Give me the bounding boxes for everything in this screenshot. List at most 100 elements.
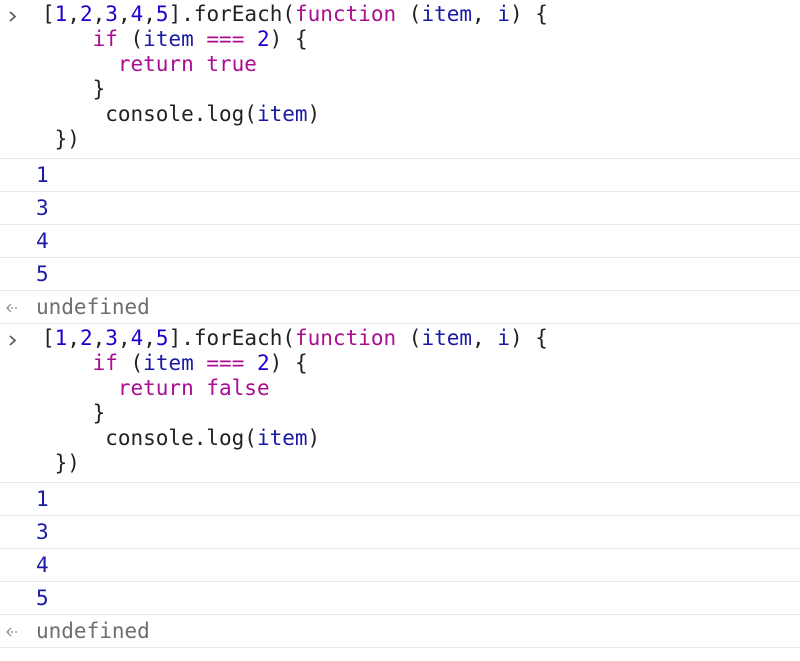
console-log-entry: 1 [0, 159, 800, 192]
code-token: , [92, 326, 106, 350]
code-token: , [472, 326, 498, 350]
code-token: 4 [130, 2, 144, 26]
code-token: i [497, 326, 510, 350]
code-token: 5 [155, 2, 169, 26]
code-line: console.log(item) [42, 102, 800, 127]
code-token: ) { [509, 2, 548, 26]
code-token: 3 [105, 326, 118, 350]
code-token: ].forEach( [168, 326, 295, 350]
code-token: , [117, 326, 131, 350]
code-token: , [67, 326, 80, 350]
code-token: , [143, 326, 156, 350]
code-block: [1,2,3,4,5].forEach(function (item, i) {… [0, 2, 800, 152]
code-token: item [256, 426, 308, 450]
code-token: function [295, 326, 397, 350]
log-value: 5 [36, 586, 49, 610]
code-line: [1,2,3,4,5].forEach(function (item, i) { [42, 2, 800, 27]
code-token: if [92, 351, 118, 375]
console-log-entry: 3 [0, 192, 800, 225]
code-token: === [206, 27, 245, 51]
code-token: 4 [130, 326, 144, 350]
code-token: ) { [269, 27, 308, 51]
log-value: 3 [36, 520, 49, 544]
console-log-entry: 4 [0, 549, 800, 582]
code-token: } [42, 77, 106, 101]
console-log-entry: 4 [0, 225, 800, 258]
console-log-entry: 5 [0, 258, 800, 291]
code-token: }) [42, 127, 80, 151]
code-token: console.log( [42, 102, 257, 126]
code-line: } [42, 77, 800, 102]
code-line: }) [42, 127, 800, 152]
code-token: function [295, 2, 397, 26]
code-token: 1 [54, 326, 68, 350]
code-token: ) [307, 426, 321, 450]
code-line: if (item === 2) { [42, 351, 800, 376]
code-line: return true [42, 52, 800, 77]
code-token: ) [307, 102, 321, 126]
code-token: i [497, 2, 510, 26]
console-log-entry: 5 [0, 582, 800, 615]
code-block: [1,2,3,4,5].forEach(function (item, i) {… [0, 326, 800, 476]
code-token: ( [117, 27, 144, 51]
console-result-entry: undefined [0, 615, 800, 648]
chevron-right-icon [7, 328, 21, 353]
code-token: if [92, 27, 118, 51]
code-token: true [206, 52, 257, 76]
console-input-entry[interactable]: [1,2,3,4,5].forEach(function (item, i) {… [0, 0, 800, 159]
code-token: item [421, 2, 473, 26]
code-token: 2 [257, 351, 270, 375]
code-line: [1,2,3,4,5].forEach(function (item, i) { [42, 326, 800, 351]
code-token: ) { [269, 351, 308, 375]
code-line: if (item === 2) { [42, 27, 800, 52]
code-token: ].forEach( [168, 2, 295, 26]
result-arrow-icon [5, 302, 19, 314]
code-line: }) [42, 451, 800, 476]
code-token: 3 [105, 2, 118, 26]
code-token: return [117, 376, 194, 400]
code-token: } [42, 401, 106, 425]
log-value: 3 [36, 196, 49, 220]
code-token: item [143, 27, 194, 51]
log-value: 4 [36, 553, 49, 577]
devtools-console: [1,2,3,4,5].forEach(function (item, i) {… [0, 0, 800, 661]
console-log-entry: 3 [0, 516, 800, 549]
code-token: item [256, 102, 308, 126]
code-token: , [143, 2, 156, 26]
code-token: ( [117, 351, 144, 375]
code-token: [ [42, 326, 55, 350]
result-value: undefined [36, 295, 150, 319]
code-token: , [92, 2, 106, 26]
code-token: 2 [79, 326, 93, 350]
code-token: return [117, 52, 194, 76]
code-token: console.log( [42, 426, 257, 450]
result-value: undefined [36, 619, 150, 643]
code-token: 5 [155, 326, 169, 350]
code-token: 1 [54, 2, 68, 26]
log-value: 4 [36, 229, 49, 253]
code-token: false [206, 376, 270, 400]
log-value: 1 [36, 487, 49, 511]
code-token: }) [42, 451, 80, 475]
code-token: 2 [257, 27, 270, 51]
code-token: , [67, 2, 80, 26]
console-input-entry[interactable]: [1,2,3,4,5].forEach(function (item, i) {… [0, 324, 800, 483]
code-token: ( [396, 2, 422, 26]
console-result-entry: undefined [0, 291, 800, 324]
code-token: , [117, 2, 131, 26]
log-value: 5 [36, 262, 49, 286]
result-arrow-icon [5, 626, 19, 638]
code-token: [ [42, 2, 55, 26]
code-token: , [472, 2, 498, 26]
code-token: ) { [509, 326, 548, 350]
code-token: ( [396, 326, 422, 350]
